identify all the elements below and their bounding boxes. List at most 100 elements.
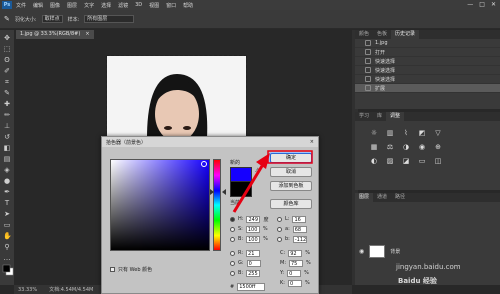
menu-layer[interactable]: 图层 (67, 2, 77, 9)
marquee-tool-icon[interactable]: ⬚ (3, 45, 11, 53)
menu-file[interactable]: 文件 (16, 2, 26, 9)
eyedropper-icon[interactable]: ✎ (4, 15, 10, 23)
yellow-input[interactable]: 0 (287, 269, 302, 277)
brush-tool-icon[interactable]: ✏ (3, 111, 11, 119)
tab-paths[interactable]: 路径 (391, 193, 409, 202)
vibrance-icon[interactable]: ▽ (433, 129, 443, 137)
dialog-close-icon[interactable]: × (310, 139, 314, 145)
photo-filter-icon[interactable]: ◉ (417, 143, 427, 151)
path-select-tool-icon[interactable]: ➤ (3, 210, 11, 218)
hue-input[interactable]: 249 (246, 215, 261, 223)
add-to-swatches-button[interactable]: 添加到色板 (270, 181, 312, 191)
menu-edit[interactable]: 编辑 (33, 2, 43, 9)
hue-slider-right-arrow[interactable] (222, 189, 226, 195)
lab-b-radio[interactable] (277, 236, 282, 242)
move-tool-icon[interactable]: ✥ (3, 34, 11, 42)
color-field-cursor[interactable] (201, 161, 207, 167)
photo-canvas[interactable] (106, 55, 247, 139)
black-white-icon[interactable]: ◑ (401, 143, 411, 151)
exposure-icon[interactable]: ◩ (417, 129, 427, 137)
foreground-background-swatch[interactable] (2, 264, 14, 276)
document-tab[interactable]: 1.jpg @ 33.3%(RGB/8#) × (16, 30, 94, 39)
hand-tool-icon[interactable]: ✋ (3, 232, 12, 240)
red-input[interactable]: 21 (246, 249, 261, 257)
history-brush-tool-icon[interactable]: ↺ (3, 133, 11, 141)
ok-button[interactable]: 确定 (270, 153, 312, 163)
out-of-gamut-warning-icon[interactable]: ⚠ (255, 167, 260, 174)
maximize-button[interactable]: □ (479, 1, 485, 8)
zoom-level[interactable]: 33.33% (18, 287, 37, 293)
black-input[interactable]: 0 (287, 279, 302, 287)
menu-filter[interactable]: 滤镜 (118, 2, 128, 9)
tab-learn[interactable]: 学习 (355, 112, 373, 121)
eraser-tool-icon[interactable]: ◧ (3, 144, 11, 152)
lab-l-input[interactable]: 16 (292, 215, 307, 223)
zoom-tool-icon[interactable]: ⚲ (3, 243, 11, 251)
history-item[interactable]: 快速选择 (355, 57, 500, 66)
gradient-map-icon[interactable]: ▭ (417, 157, 427, 165)
hue-slider-left-arrow[interactable] (210, 189, 214, 195)
blue-radio[interactable] (230, 270, 235, 276)
invert-icon[interactable]: ◐ (369, 157, 379, 165)
close-tab-icon[interactable]: × (85, 30, 89, 39)
lasso-tool-icon[interactable]: ʘ (3, 56, 11, 64)
lab-a-radio[interactable] (277, 226, 282, 232)
color-libraries-button[interactable]: 颜色库 (270, 199, 312, 209)
gradient-tool-icon[interactable]: ▤ (3, 155, 11, 163)
lab-a-input[interactable]: 68 (292, 225, 307, 233)
magenta-input[interactable]: 75 (289, 259, 303, 267)
menu-view[interactable]: 视图 (149, 2, 159, 9)
sample-size-select[interactable]: 取样点 (41, 15, 63, 23)
stamp-tool-icon[interactable]: ⊥ (3, 122, 11, 130)
pen-tool-icon[interactable]: ✒ (3, 188, 11, 196)
more-tools-icon[interactable]: … (3, 254, 11, 262)
saturation-input[interactable]: 100 (245, 225, 260, 233)
green-radio[interactable] (230, 260, 235, 266)
menu-select[interactable]: 选择 (101, 2, 111, 9)
tab-channels[interactable]: 通道 (373, 193, 391, 202)
cyan-input[interactable]: 92 (288, 249, 303, 257)
color-balance-icon[interactable]: ⚖ (385, 143, 395, 151)
history-item-selected[interactable]: 扩展 (355, 84, 500, 93)
threshold-icon[interactable]: ◪ (401, 157, 411, 165)
shape-tool-icon[interactable]: ▭ (3, 221, 11, 229)
saturation-brightness-field[interactable] (110, 159, 210, 251)
history-item[interactable]: 打开 (355, 48, 500, 57)
menu-window[interactable]: 窗口 (166, 2, 176, 9)
tab-history[interactable]: 历史记录 (391, 30, 420, 39)
hex-input[interactable]: 1500ff (237, 283, 266, 291)
posterize-icon[interactable]: ▨ (385, 157, 395, 165)
tab-swatches[interactable]: 色板 (373, 30, 391, 39)
selective-color-icon[interactable]: ◫ (433, 157, 443, 165)
current-color-swatch[interactable] (230, 182, 252, 197)
close-window-button[interactable]: ✕ (491, 1, 496, 8)
green-input[interactable]: 0 (246, 259, 261, 267)
history-snapshot[interactable]: 1.jpg (355, 39, 500, 48)
layer-row[interactable]: ◉ 背景 (355, 240, 500, 262)
visibility-eye-icon[interactable]: ◉ (359, 248, 364, 255)
sample-layers-select[interactable]: 所有图层 (84, 15, 135, 23)
type-tool-icon[interactable]: T (3, 199, 11, 207)
menu-type[interactable]: 文字 (84, 2, 94, 9)
blue-input[interactable]: 255 (246, 269, 261, 277)
menu-3d[interactable]: 3D (135, 2, 142, 8)
menu-image[interactable]: 图像 (50, 2, 60, 9)
history-item[interactable]: 快速选择 (355, 75, 500, 84)
eyedropper-tool-icon[interactable]: ✎ (3, 89, 11, 97)
healing-brush-tool-icon[interactable]: ✚ (3, 100, 11, 108)
history-item[interactable]: 快速选择 (355, 66, 500, 75)
web-colors-checkbox[interactable] (110, 267, 115, 272)
tab-libraries[interactable]: 库 (373, 112, 386, 121)
tab-layers[interactable]: 图层 (355, 193, 374, 202)
tab-adjustments[interactable]: 调整 (386, 112, 405, 121)
brightness-radio[interactable] (230, 236, 235, 242)
menu-help[interactable]: 帮助 (183, 2, 193, 9)
saturation-radio[interactable] (230, 226, 235, 232)
curves-icon[interactable]: ⌇ (401, 129, 411, 137)
levels-icon[interactable]: ▥ (385, 129, 395, 137)
hue-slider[interactable] (213, 159, 221, 251)
red-radio[interactable] (230, 250, 235, 256)
cancel-button[interactable]: 取消 (270, 167, 312, 177)
hue-saturation-icon[interactable]: ▦ (369, 143, 379, 151)
channel-mixer-icon[interactable]: ⊕ (433, 143, 443, 151)
